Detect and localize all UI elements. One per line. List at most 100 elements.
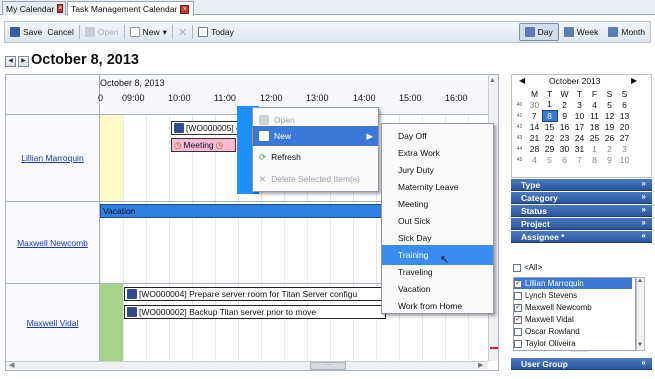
calendar-day[interactable]: 3 [617, 143, 632, 154]
next-day-button[interactable]: ▶ [18, 56, 29, 67]
calendar-day[interactable]: 6 [617, 99, 632, 110]
calendar-day[interactable]: 2 [557, 99, 572, 110]
save-button[interactable]: Save [5, 23, 47, 41]
calendar-day[interactable]: 2 [602, 143, 617, 154]
calendar-day[interactable]: 21 [527, 132, 542, 143]
calendar-day[interactable]: 23 [557, 132, 572, 143]
previous-day-button[interactable]: ◀ [5, 56, 16, 67]
zoom-out-icon[interactable] [490, 347, 498, 349]
filter-category[interactable]: Category» [511, 192, 652, 204]
resize-grip[interactable]: ········· [560, 349, 600, 355]
tab-task-management-calendar[interactable]: Task Management Calendar × [67, 1, 194, 16]
filter-assignee[interactable]: Assignee * « [511, 231, 652, 243]
checkbox[interactable] [514, 291, 522, 300]
scroll-up-icon[interactable]: ▲ [637, 278, 643, 284]
calendar-day[interactable]: 22 [542, 132, 557, 143]
tab-my-calendar[interactable]: My Calendar × [2, 1, 66, 15]
calendar-day[interactable]: 28 [527, 143, 542, 154]
checkbox[interactable]: ✓ [514, 303, 522, 312]
resource-link[interactable]: Maxwell Newcomb [17, 238, 88, 248]
resource-link[interactable]: Maxwell Vidal [27, 318, 79, 328]
checkbox[interactable]: ✓ [514, 279, 522, 288]
scroll-up-icon[interactable]: ▲ [489, 77, 496, 84]
next-month-icon[interactable]: ▶ [631, 76, 637, 85]
delete-button[interactable]: ✕ [173, 23, 192, 41]
new-button[interactable]: New ▾ [125, 23, 172, 41]
calendar-day[interactable]: 3 [572, 99, 587, 110]
calendar-day[interactable]: 20 [617, 121, 632, 132]
calendar-day[interactable]: 30 [557, 143, 572, 154]
horizontal-scrollbar[interactable] [6, 361, 488, 370]
calendar-day[interactable]: 1 [542, 99, 557, 110]
calendar-day[interactable]: 5 [602, 99, 617, 110]
calendar-day[interactable]: 15 [542, 121, 557, 132]
filter-user-group[interactable]: User Group « [511, 358, 652, 370]
filter-status[interactable]: Status» [511, 205, 652, 217]
week-view-button[interactable]: Week [559, 23, 604, 41]
calendar-day[interactable]: 10 [572, 110, 587, 121]
calendar-day[interactable]: 13 [617, 110, 632, 121]
calendar-day[interactable]: 24 [572, 132, 587, 143]
assignee-all[interactable]: <All> [513, 262, 631, 273]
assignee-item[interactable]: ✓ Maxwell Vidal [514, 314, 632, 325]
menu-item-refresh[interactable]: ⟳ Refresh [253, 147, 378, 167]
open-button[interactable]: Open [80, 23, 124, 41]
calendar-day[interactable]: 8 [587, 154, 602, 165]
calendar-day-selected[interactable]: 8 [541, 109, 558, 122]
checkbox[interactable] [513, 263, 521, 272]
resource-link[interactable]: Lillian Marroquin [21, 153, 83, 163]
calendar-day[interactable]: 17 [572, 121, 587, 132]
calendar-day[interactable]: 18 [587, 121, 602, 132]
appointment-meeting[interactable]: ◷ Meeting ◷ [171, 138, 236, 152]
cancel-button[interactable]: Cancel [47, 23, 78, 41]
filter-project[interactable]: Project» [511, 218, 652, 230]
checkbox[interactable] [514, 339, 522, 348]
calendar-day[interactable]: 19 [602, 121, 617, 132]
submenu-item[interactable]: Work from Home [382, 296, 493, 316]
scroll-left-icon[interactable]: ◀ [9, 361, 14, 369]
assignee-item[interactable]: Taylor Oliveira [514, 338, 632, 349]
calendar-day[interactable]: 27 [617, 132, 632, 143]
calendar-day[interactable]: 6 [557, 154, 572, 165]
calendar-day[interactable]: 25 [587, 132, 602, 143]
calendar-day[interactable]: 9 [602, 154, 617, 165]
checkbox[interactable] [514, 327, 522, 336]
calendar-day[interactable]: 4 [527, 154, 542, 165]
close-icon[interactable]: × [180, 4, 190, 14]
scroll-down-icon[interactable]: ▼ [637, 342, 643, 348]
appointment-vacation[interactable]: Vacation [100, 204, 400, 218]
scroll-thumb[interactable]: ··· [310, 362, 346, 370]
checkbox[interactable]: ✓ [514, 315, 522, 324]
calendar-day[interactable]: 30 [527, 99, 542, 110]
calendar-day[interactable]: 14 [527, 121, 542, 132]
calendar-day[interactable]: 9 [557, 110, 572, 121]
calendar-day[interactable]: 29 [542, 143, 557, 154]
appointment-wo000002[interactable]: [WO000002] Backup Titan server prior to … [124, 305, 386, 319]
menu-item-new[interactable]: New ▶ [253, 126, 378, 146]
month-view-button[interactable]: Month [603, 23, 650, 41]
assignee-item[interactable]: Oscar Rowland [514, 326, 632, 337]
calendar-day[interactable]: 5 [542, 154, 557, 165]
assignee-item[interactable]: ✓ Maxwell Newcomb [514, 302, 632, 313]
prev-month-icon[interactable]: ◀ [519, 76, 525, 85]
today-button[interactable]: Today [193, 23, 239, 41]
calendar-day[interactable]: 7 [572, 154, 587, 165]
calendar-day[interactable]: 16 [557, 121, 572, 132]
calendar-day[interactable]: 11 [587, 110, 602, 121]
day-view-button[interactable]: Day [518, 23, 559, 41]
appointment-wo000004[interactable]: [WO000004] Prepare server room for Titan… [124, 287, 386, 301]
menu-item-delete[interactable]: ✕ Delete Selected Item(s) [253, 169, 378, 189]
close-icon[interactable]: × [57, 4, 64, 13]
assignee-list-scrollbar[interactable] [636, 277, 645, 351]
calendar-day[interactable]: 26 [602, 132, 617, 143]
scroll-right-icon[interactable]: ▶ [478, 361, 483, 369]
calendar-day[interactable]: 12 [602, 110, 617, 121]
assignee-item[interactable]: Lynch Stevens [514, 290, 632, 301]
calendar-day[interactable]: 10 [617, 154, 632, 165]
calendar-day[interactable]: 7 [527, 110, 542, 121]
calendar-day[interactable]: 1 [587, 143, 602, 154]
assignee-item[interactable]: ✓ Lillian Marroquin [514, 278, 632, 289]
calendar-day[interactable]: 31 [572, 143, 587, 154]
filter-type[interactable]: Type» [511, 179, 652, 191]
calendar-day[interactable]: 4 [587, 99, 602, 110]
